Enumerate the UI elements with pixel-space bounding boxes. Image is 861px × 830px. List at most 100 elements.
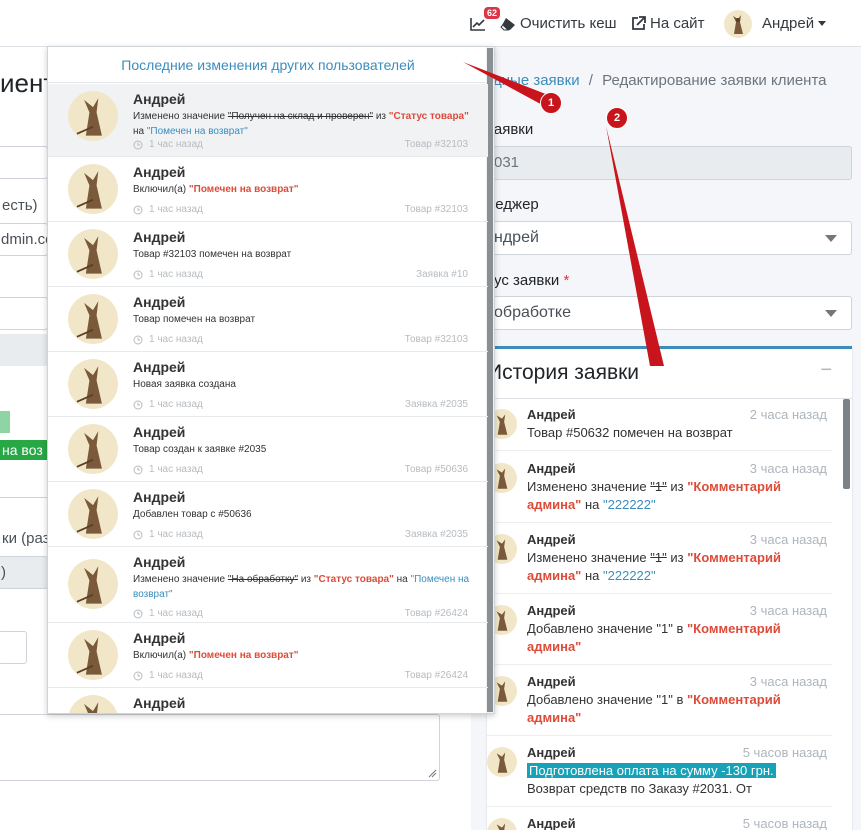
notification-author: Андрей — [133, 695, 186, 711]
history-title: История заявки — [487, 361, 640, 384]
history-text: Товар #50632 помечен на возврат — [527, 425, 733, 440]
text-part: на — [584, 497, 600, 512]
notification-time: 1 час назад — [133, 269, 203, 280]
notification-item[interactable]: Андрей — [48, 688, 488, 713]
breadcrumb: дные заявки / Редактирование заявки клие… — [493, 72, 827, 89]
history-time: 3 часа назад — [749, 532, 827, 547]
text-part: Добавлено значение "1" в — [527, 692, 684, 707]
notification-ref[interactable]: Товар #32103 — [405, 334, 468, 345]
avatar — [68, 294, 118, 344]
comment-textarea[interactable] — [0, 714, 440, 781]
notification-author: Андрей — [133, 164, 186, 180]
notification-ref[interactable]: Товар #32103 — [405, 204, 468, 215]
notifications-header[interactable]: Последние изменения других пользователей — [48, 47, 488, 83]
notification-ref[interactable]: Товар #32103 — [405, 139, 468, 150]
notification-item[interactable]: Андрей Товар помечен на возврат 1 час на… — [48, 287, 488, 352]
external-link-icon — [631, 16, 646, 31]
order-number-field: 031 — [487, 146, 852, 180]
notification-ref[interactable]: Заявка #2035 — [405, 529, 468, 540]
required-mark: * — [563, 272, 570, 289]
notification-item[interactable]: Андрей Товар #32103 помечен на возврат 1… — [48, 222, 488, 287]
history-scrollbar[interactable] — [843, 399, 850, 489]
history-time: 5 часов назад — [742, 745, 827, 760]
annotation-marker-1: 1 — [540, 92, 562, 114]
clear-cache-button[interactable]: Очистить кеш — [500, 0, 617, 47]
notification-ref[interactable]: Товар #26424 — [405, 608, 468, 619]
client-name-input[interactable] — [0, 146, 48, 179]
avatar — [487, 818, 517, 830]
status-badge-small — [0, 411, 10, 433]
status-badge: на воз — [0, 440, 47, 460]
notification-text: Изменено значение "Получен на склад и пр… — [133, 109, 478, 139]
text-part: Изменено значение — [133, 111, 226, 122]
breadcrumb-link[interactable]: дные заявки — [493, 72, 580, 89]
notification-item[interactable]: Андрей Изменено значение "Получен на скл… — [48, 84, 488, 157]
text-part: Добавлено значение "1" в — [527, 621, 684, 636]
history-text: Подготовлена оплата на сумму -130 грн. В… — [527, 762, 827, 798]
clock-icon — [133, 270, 143, 279]
notification-item[interactable]: Андрей Изменено значение "На обработку" … — [48, 547, 488, 623]
new-value: "222222" — [603, 497, 656, 512]
time-text: 1 час назад — [149, 269, 203, 280]
history-author: Андрей — [527, 461, 576, 476]
notification-item[interactable]: Андрей Включил(а) "Помечен на возврат" 1… — [48, 623, 488, 688]
breadcrumb-current: Редактирование заявки клиента — [602, 72, 827, 89]
time-text: 1 час назад — [149, 670, 203, 681]
clock-icon — [133, 465, 143, 474]
clock-icon — [133, 530, 143, 539]
breadcrumb-separator: / — [588, 72, 593, 89]
notification-item[interactable]: Андрей Товар создан к заявке #2035 1 час… — [48, 417, 488, 482]
history-time: 3 часа назад — [749, 461, 827, 476]
time-text: 1 час назад — [149, 139, 203, 150]
history-time: 2 часа назад — [749, 407, 827, 422]
avatar — [68, 695, 118, 713]
notification-item[interactable]: Андрей Добавлен товар с #50636 1 час наз… — [48, 482, 488, 547]
avatar — [68, 164, 118, 214]
notification-item[interactable]: Андрей Новая заявка создана 1 час назад … — [48, 352, 488, 417]
avatar — [68, 91, 118, 141]
text-part: Возврат средств по Заказу #2031. От — [527, 781, 752, 796]
status-value: обработке — [494, 304, 571, 321]
clock-icon — [133, 335, 143, 344]
field-name: "Статус товара" — [388, 111, 469, 122]
notification-text: Товар помечен на возврат — [133, 314, 256, 325]
notification-text: Включил(а) "Помечен на возврат" — [133, 182, 478, 197]
notification-ref[interactable]: Товар #26424 — [405, 670, 468, 681]
resize-handle-icon[interactable] — [428, 769, 437, 778]
manager-select[interactable]: ндрей — [487, 221, 852, 255]
field-name: "Статус товара" — [313, 574, 394, 585]
new-value: "Помечен на возврат" — [146, 126, 248, 137]
history-item: Андрей 5 часов назад Подготовлена оплата… — [487, 745, 832, 807]
history-item: Андрей 2 часа назад Товар #50632 помечен… — [487, 407, 832, 451]
notification-item[interactable]: Андрей Включил(а) "Помечен на возврат" 1… — [48, 157, 488, 222]
text-part: на — [584, 568, 600, 583]
notification-ref[interactable]: Заявка #10 — [416, 269, 468, 280]
annotation-marker-2: 2 — [606, 107, 628, 129]
to-site-link[interactable]: На сайт — [631, 0, 704, 47]
text-part: Включил(а) — [133, 650, 187, 661]
phone-field[interactable] — [0, 297, 48, 330]
notification-text: Включил(а) "Помечен на возврат" — [133, 648, 478, 663]
email-field[interactable]: dmin.co — [0, 223, 54, 256]
notification-time: 1 час назад — [133, 139, 203, 150]
chart-line-icon — [470, 17, 486, 31]
notification-author: Андрей — [133, 91, 186, 107]
status-label: тус заявки * — [487, 272, 569, 289]
notification-ref[interactable]: Товар #50636 — [405, 464, 468, 475]
notification-text: Изменено значение "На обработку" из "Ста… — [133, 572, 478, 602]
divider — [487, 398, 852, 399]
user-menu[interactable]: Андрей — [724, 0, 827, 47]
notification-text: Добавлен товар с #50636 — [133, 509, 252, 520]
avatar — [68, 559, 118, 609]
status-select[interactable]: обработке — [487, 296, 852, 330]
new-value: "222222" — [603, 568, 656, 583]
small-input[interactable] — [0, 631, 27, 664]
notification-time: 1 час назад — [133, 464, 203, 475]
collapse-button[interactable]: − — [820, 359, 832, 382]
notification-author: Андрей — [133, 630, 186, 646]
notification-ref[interactable]: Заявка #2035 — [405, 399, 468, 410]
order-number-value: 031 — [494, 154, 520, 171]
history-time: 3 часа назад — [749, 674, 827, 689]
text-part: из — [670, 479, 684, 494]
field-name: "Помечен на возврат" — [188, 650, 299, 661]
